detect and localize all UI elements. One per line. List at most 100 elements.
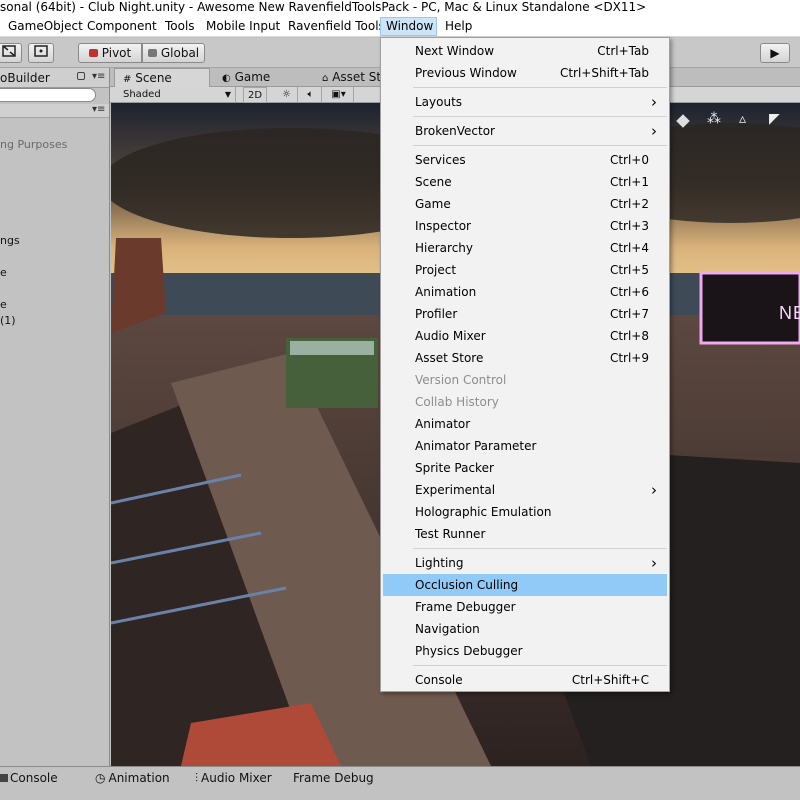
tab-scene[interactable]: # Scene <box>114 68 210 87</box>
menu-item-label: Sprite Packer <box>415 461 494 475</box>
window-menu-item-asset-store[interactable]: Asset Store Ctrl+9 <box>383 347 667 369</box>
hierarchy-header: ▾≡ <box>0 104 109 118</box>
menu-item-label: Animator Parameter <box>415 439 537 453</box>
chevron-right-icon: › <box>651 122 657 140</box>
menu-item-shortcut: Ctrl+1 <box>609 175 649 189</box>
tab-frame-debug[interactable]: Frame Debug <box>293 769 374 787</box>
shading-mode-dropdown[interactable]: Shaded ▼ <box>110 87 236 103</box>
menu-item-label: BrokenVector <box>415 124 495 138</box>
window-menu-item-services[interactable]: Services Ctrl+0 <box>383 149 667 171</box>
window-menu-item-navigation[interactable]: Navigation <box>383 618 667 640</box>
menu-ravenfield-tools[interactable]: Ravenfield Tools <box>283 17 390 36</box>
global-button[interactable]: Global <box>142 43 205 63</box>
window-menu-item-console[interactable]: Console Ctrl+Shift+C <box>383 669 667 691</box>
window-menu-item-animation[interactable]: Animation Ctrl+6 <box>383 281 667 303</box>
menu-item-label: Navigation <box>415 622 480 636</box>
menu-item-label: Collab History <box>415 395 499 409</box>
window-menu-item-animator[interactable]: Animator <box>383 413 667 435</box>
window-menu-item-scene[interactable]: Scene Ctrl+1 <box>383 171 667 193</box>
window-menu-item-inspector[interactable]: Inspector Ctrl+3 <box>383 215 667 237</box>
chevron-right-icon: › <box>651 481 657 499</box>
window-menu-item-version-control[interactable]: Version Control <box>383 369 667 391</box>
menu-window[interactable]: Window <box>380 17 437 36</box>
menu-item-label: Asset Store <box>415 351 484 365</box>
menu-tools[interactable]: Tools <box>160 17 200 36</box>
effects-dropdown[interactable]: ▣▾ <box>324 87 354 103</box>
window-menu-item-experimental[interactable]: Experimental › <box>383 479 667 501</box>
hierarchy-menu-icon[interactable]: ▾≡ <box>92 104 105 115</box>
window-menu-item-layouts[interactable]: Layouts › <box>383 91 667 113</box>
global-label: Global <box>160 46 200 60</box>
lighting-toggle[interactable]: ☼ <box>276 87 298 103</box>
menu-help[interactable]: Help <box>440 17 477 36</box>
play-button[interactable]: ▶ <box>760 43 790 63</box>
rect-tool-icon <box>34 45 48 57</box>
menu-item-shortcut: Ctrl+7 <box>609 307 649 321</box>
node-gizmo-icon[interactable]: ⁂ <box>707 111 721 127</box>
hierarchy-row[interactable]: e <box>0 266 7 279</box>
menu-item-label: Test Runner <box>415 527 486 541</box>
tab-audio-mixer-label: Audio Mixer <box>201 771 272 785</box>
window-menu-item-test-runner[interactable]: Test Runner <box>383 523 667 545</box>
window-menu-item-next-window[interactable]: Next Window Ctrl+Tab <box>383 40 667 62</box>
window-menu-item-physics-debugger[interactable]: Physics Debugger <box>383 640 667 662</box>
lock-icon[interactable] <box>77 72 85 80</box>
menu-item-label: Audio Mixer <box>415 329 486 343</box>
window-menu-item-profiler[interactable]: Profiler Ctrl+7 <box>383 303 667 325</box>
scale-tool-icon <box>2 45 16 57</box>
window-menu-item-sprite-packer[interactable]: Sprite Packer <box>383 457 667 479</box>
menu-item-shortcut: Ctrl+Shift+Tab <box>559 66 649 80</box>
menu-item-label: Experimental <box>415 483 496 497</box>
rect-tool-button[interactable] <box>0 43 22 63</box>
menu-bar: GameObject Component Tools Mobile Input … <box>0 16 800 37</box>
speaker-icon: 🔈︎ <box>307 89 314 100</box>
move-gizmo-icon[interactable]: ▵ <box>739 111 746 127</box>
window-menu-item-game[interactable]: Game Ctrl+2 <box>383 193 667 215</box>
hierarchy-search-input[interactable] <box>0 88 96 102</box>
audio-toggle[interactable]: 🔈︎ <box>300 87 322 103</box>
window-menu-item-collab-history[interactable]: Collab History <box>383 391 667 413</box>
window-menu-item-occlusion-culling[interactable]: Occlusion Culling <box>383 574 667 596</box>
window-menu-item-animator-parameter[interactable]: Animator Parameter <box>383 435 667 457</box>
hierarchy-row[interactable]: e <box>0 298 7 311</box>
hierarchy-row[interactable]: ng Purposes <box>0 138 67 151</box>
hierarchy-tab[interactable]: oBuilder <box>0 68 50 88</box>
menu-item-shortcut: Ctrl+6 <box>609 285 649 299</box>
panel-menu-icon[interactable]: ▾≡ <box>92 71 105 82</box>
window-menu-item-project[interactable]: Project Ctrl+5 <box>383 259 667 281</box>
menu-item-label: Game <box>415 197 451 211</box>
menu-item-shortcut: Ctrl+5 <box>609 263 649 277</box>
menu-gameobject[interactable]: GameObject <box>3 17 88 36</box>
tab-console[interactable]: Console <box>0 769 58 787</box>
rect-transform-button[interactable] <box>28 43 54 63</box>
menu-item-label: Occlusion Culling <box>415 578 519 592</box>
pivot-button[interactable]: Pivot <box>78 43 142 63</box>
menu-item-shortcut: Ctrl+2 <box>609 197 649 211</box>
tab-animation[interactable]: ◷ Animation <box>95 769 170 787</box>
hierarchy-row[interactable]: (1) <box>0 314 16 327</box>
window-menu-dropdown: Next Window Ctrl+Tab Previous Window Ctrl+S… <box>380 37 670 692</box>
window-menu-item-lighting[interactable]: Lighting › <box>383 552 667 574</box>
menu-item-shortcut: Ctrl+9 <box>609 351 649 365</box>
tab-audio-mixer[interactable]: ⫶ Audio Mixer <box>195 769 272 787</box>
shading-mode-label: Shaded <box>123 89 161 100</box>
scene-grid-icon: # <box>123 74 132 85</box>
tab-scene-label: Scene <box>135 71 172 85</box>
window-menu-item-previous-window[interactable]: Previous Window Ctrl+Shift+Tab <box>383 62 667 84</box>
menu-component[interactable]: Component <box>82 17 162 36</box>
menu-mobile-input[interactable]: Mobile Input <box>201 17 285 36</box>
window-menu-item-hierarchy[interactable]: Hierarchy Ctrl+4 <box>383 237 667 259</box>
tab-frame-debug-label: Frame Debug <box>293 771 374 785</box>
menu-item-label: Inspector <box>415 219 471 233</box>
bottom-tab-bar: Console ◷ Animation ⫶ Audio Mixer Frame De… <box>0 766 800 800</box>
window-menu-item-holographic-emulation[interactable]: Holographic Emulation <box>383 501 667 523</box>
hierarchy-row[interactable]: ngs <box>0 234 20 247</box>
window-menu-item-frame-debugger[interactable]: Frame Debugger <box>383 596 667 618</box>
scene-gizmo-icon[interactable]: ◤ <box>769 111 780 127</box>
tab-game[interactable]: ◐ Game <box>214 68 314 87</box>
2d-toggle[interactable]: 2D <box>243 87 267 103</box>
window-menu-item-audio-mixer[interactable]: Audio Mixer Ctrl+8 <box>383 325 667 347</box>
menu-item-shortcut: Ctrl+Shift+C <box>571 673 649 687</box>
window-menu-item-brokenvector[interactable]: BrokenVector › <box>383 120 667 142</box>
menu-item-label: Next Window <box>415 44 495 58</box>
